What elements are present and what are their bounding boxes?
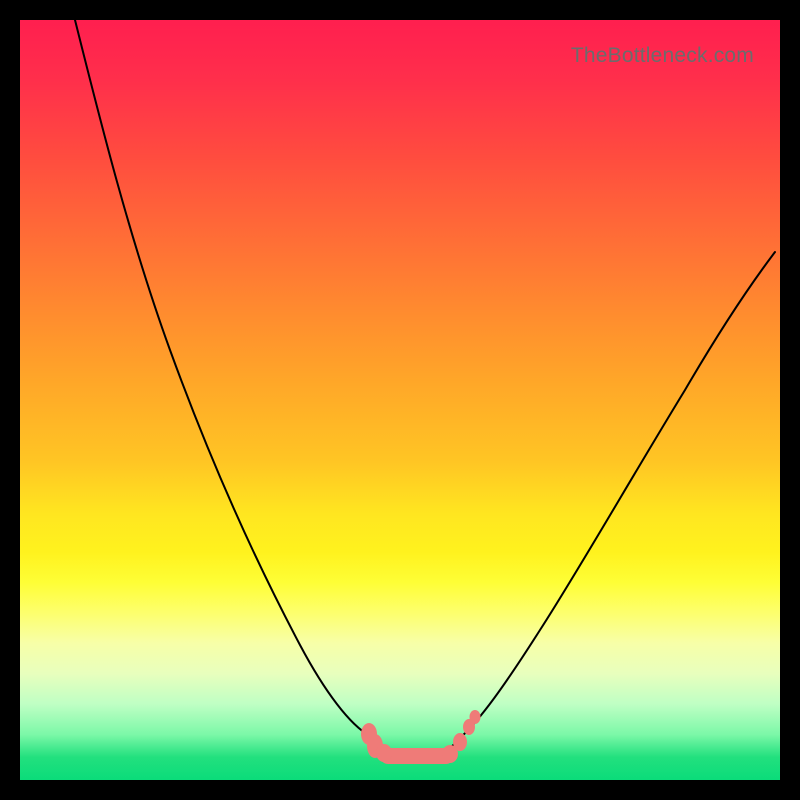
trough-marker: [453, 733, 467, 751]
watermark-text: TheBottleneck.com: [571, 44, 754, 68]
trough-marker-group: [361, 710, 481, 764]
chart-frame: TheBottleneck.com: [20, 20, 780, 780]
bottleneck-curve-svg: [20, 20, 780, 780]
trough-marker: [470, 710, 481, 724]
trough-marker: [376, 744, 392, 762]
curve-right-branch: [460, 252, 775, 738]
curve-left-branch: [75, 20, 370, 736]
